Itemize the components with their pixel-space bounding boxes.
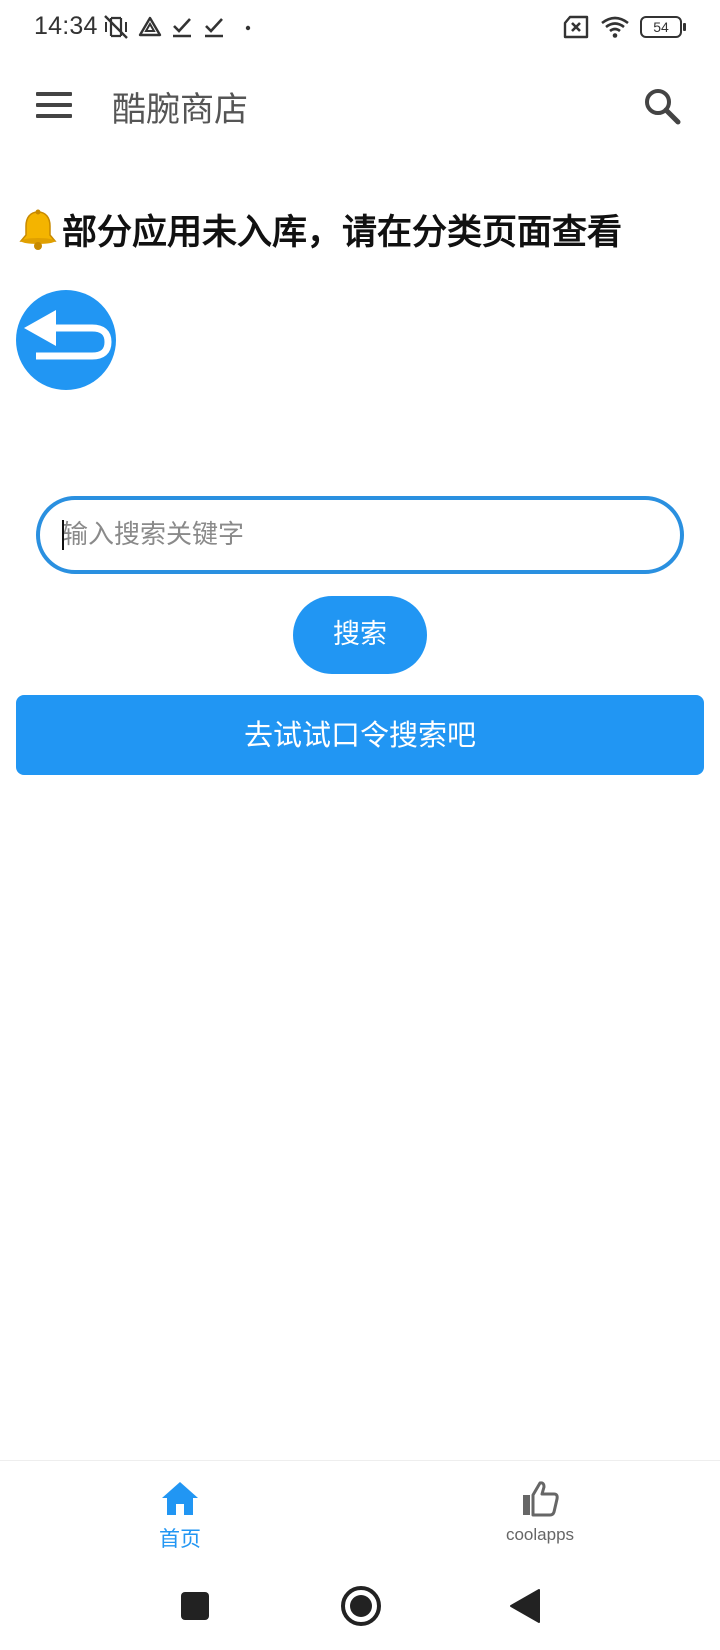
- search-input[interactable]: [62, 500, 652, 570]
- home-circle-icon[interactable]: [339, 1584, 383, 1628]
- app-title: 酷腕商店: [112, 90, 248, 130]
- home-icon: [162, 1482, 198, 1515]
- battery-icon: 54: [640, 16, 686, 38]
- nav-item-home[interactable]: 首页: [80, 1461, 280, 1565]
- notice-text: 部分应用未入库，请在分类页面查看: [62, 212, 623, 253]
- drive-icon: [138, 16, 162, 37]
- search-button[interactable]: 搜索: [293, 596, 427, 674]
- text-caret: [62, 520, 64, 550]
- back-button[interactable]: [16, 290, 116, 390]
- bell-icon: [19, 209, 57, 250]
- search-icon[interactable]: [642, 86, 682, 126]
- vibrate-off-icon: [104, 15, 128, 39]
- wifi-icon: [601, 16, 629, 38]
- nav-label-home: 首页: [159, 1527, 201, 1551]
- system-navigation: [0, 1564, 720, 1650]
- app-bar: 酷腕商店: [0, 54, 720, 158]
- notice-banner: 部分应用未入库，请在分类页面查看: [16, 204, 622, 254]
- recents-square-icon[interactable]: [173, 1584, 217, 1628]
- dot-icon: [245, 25, 251, 31]
- search-field[interactable]: [36, 496, 684, 574]
- check-icon: [173, 18, 191, 38]
- bottom-navigation: 首页 coolapps: [0, 1460, 720, 1565]
- thumbs-up-icon: [523, 1481, 559, 1517]
- undo-arrow-icon: [24, 310, 112, 360]
- check-icon: [205, 18, 223, 38]
- status-icons-right: 54: [562, 12, 686, 42]
- menu-icon[interactable]: [36, 90, 74, 120]
- status-icons-left: [102, 12, 258, 42]
- back-triangle-icon[interactable]: [503, 1584, 547, 1628]
- status-time: 14:34: [34, 12, 98, 40]
- nav-label-coolapps: coolapps: [505, 1525, 575, 1544]
- no-sim-icon: [563, 15, 589, 39]
- nav-item-coolapps[interactable]: coolapps: [440, 1461, 640, 1565]
- command-search-button[interactable]: 去试试口令搜索吧: [16, 695, 704, 775]
- status-bar: 14:34 54: [0, 0, 720, 54]
